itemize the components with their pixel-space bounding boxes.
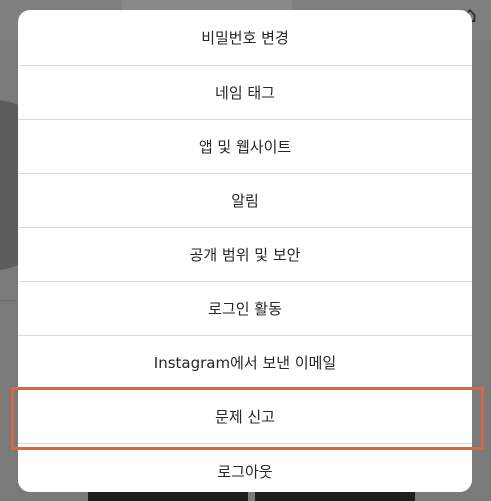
menu-item-apps-and-websites[interactable]: 앱 및 웹사이트 xyxy=(18,120,472,174)
settings-menu: 비밀번호 변경 네임 태그 앱 및 웹사이트 알림 공개 범위 및 보안 로그인… xyxy=(18,10,472,492)
menu-item-notifications[interactable]: 알림 xyxy=(18,174,472,228)
background-divider xyxy=(0,300,20,301)
menu-item-log-out[interactable]: 로그아웃 xyxy=(18,444,472,492)
menu-item-report-problem[interactable]: 문제 신고 xyxy=(18,390,472,444)
menu-item-login-activity[interactable]: 로그인 활동 xyxy=(18,282,472,336)
menu-item-emails-from-instagram[interactable]: Instagram에서 보낸 이메일 xyxy=(18,336,472,390)
menu-item-name-tag[interactable]: 네임 태그 xyxy=(18,66,472,120)
menu-item-privacy-and-security[interactable]: 공개 범위 및 보안 xyxy=(18,228,472,282)
menu-item-change-password[interactable]: 비밀번호 변경 xyxy=(18,10,472,66)
